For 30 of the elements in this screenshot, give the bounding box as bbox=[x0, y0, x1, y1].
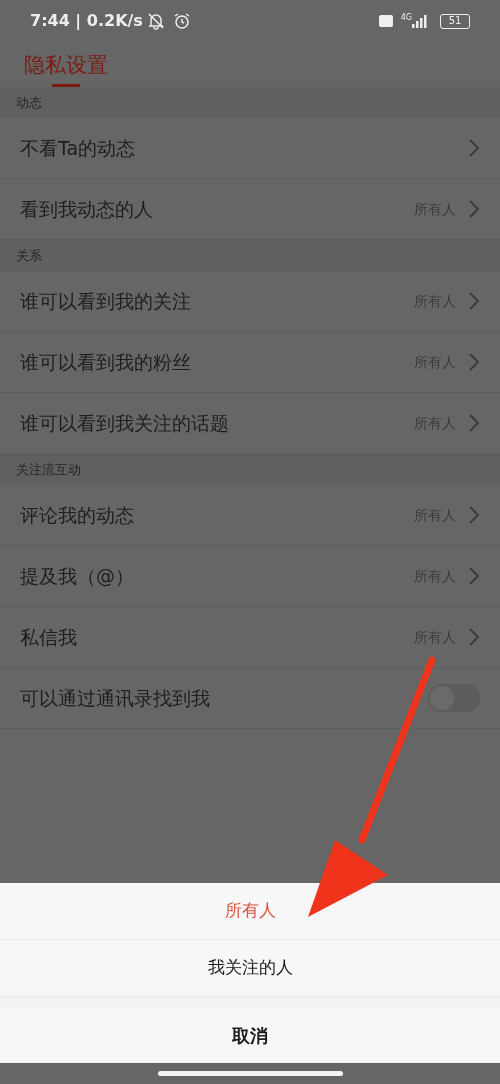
row-label: 谁可以看到我的关注 bbox=[20, 288, 192, 314]
chevron-right-icon bbox=[468, 413, 480, 433]
section-header: 关系 bbox=[0, 240, 500, 271]
row-label: 不看Ta的动态 bbox=[20, 135, 137, 161]
sheet-option[interactable]: 我关注的人 bbox=[0, 940, 500, 997]
row-label: 私信我 bbox=[20, 624, 78, 650]
row-label: 提及我（@） bbox=[20, 563, 135, 589]
chevron-right-icon bbox=[468, 291, 480, 311]
alarm-icon bbox=[172, 12, 191, 30]
row-label: 谁可以看到我关注的话题 bbox=[20, 410, 230, 436]
row-label: 评论我的动态 bbox=[20, 502, 135, 528]
row-label: 谁可以看到我的粉丝 bbox=[20, 349, 192, 375]
signal-icon bbox=[412, 14, 428, 28]
chevron-right-icon bbox=[468, 505, 480, 525]
chevron-right-icon bbox=[468, 352, 480, 372]
chevron-right-icon bbox=[468, 138, 480, 158]
chevron-right-icon bbox=[468, 627, 480, 647]
row-label: 可以通过通讯录找到我 bbox=[20, 685, 211, 711]
sheet-option[interactable]: 所有人 bbox=[0, 883, 500, 940]
toggle-switch[interactable] bbox=[428, 684, 480, 712]
network-type: 4G bbox=[400, 12, 412, 24]
section-header: 关注流互动 bbox=[0, 454, 500, 485]
battery-indicator: 51 bbox=[440, 13, 470, 29]
chevron-right-icon bbox=[468, 199, 480, 219]
page-title: 隐私设置 bbox=[24, 55, 108, 76]
chevron-right-icon bbox=[468, 566, 480, 586]
status-time: 7:44 | 0.2K/s bbox=[30, 10, 143, 32]
muted-bell-icon bbox=[146, 12, 165, 30]
cancel-button[interactable]: 取消 bbox=[0, 1008, 500, 1063]
row-label: 看到我动态的人 bbox=[20, 196, 154, 222]
